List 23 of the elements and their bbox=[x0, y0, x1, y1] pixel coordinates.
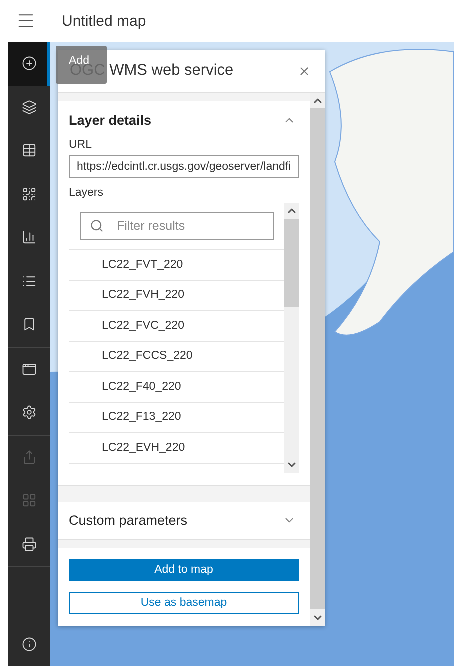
url-field[interactable]: https://edcintl.cr.usgs.gov/geoserver/landfi bbox=[69, 155, 299, 178]
search-icon bbox=[90, 219, 104, 233]
rail-icon bbox=[22, 362, 36, 377]
rail-icon bbox=[22, 636, 36, 652]
search-field[interactable]: Filter results bbox=[80, 212, 274, 240]
rail-icon bbox=[22, 317, 36, 332]
rail-icon bbox=[22, 450, 36, 465]
close-button[interactable] bbox=[298, 64, 311, 78]
rail-icon bbox=[22, 56, 36, 72]
primary-button[interactable]: Add to map bbox=[69, 559, 299, 581]
rail-icon bbox=[22, 405, 36, 420]
map-title: Untitled map bbox=[62, 12, 146, 30]
layers-label: Layers bbox=[69, 187, 105, 199]
rail-icon bbox=[22, 143, 36, 158]
rail-icon bbox=[22, 100, 36, 115]
rail-icon bbox=[22, 536, 36, 552]
secondary-button[interactable]: Use as basemap bbox=[69, 592, 299, 614]
rail-icon bbox=[22, 230, 36, 246]
panel-scrollbar[interactable] bbox=[310, 93, 325, 626]
rail-icon bbox=[22, 493, 36, 508]
url-label: URL bbox=[69, 139, 94, 151]
scrollbar[interactable] bbox=[284, 203, 299, 473]
rail-icon bbox=[22, 186, 36, 202]
